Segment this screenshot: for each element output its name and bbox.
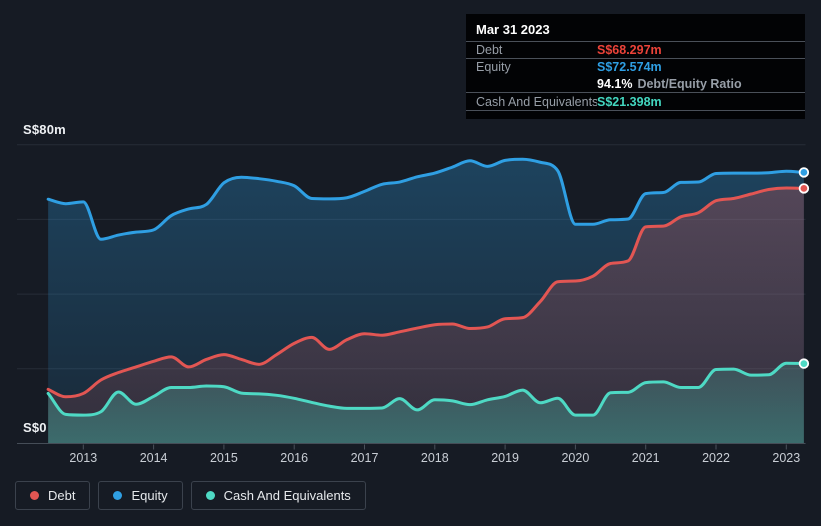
legend-item-label: Equity xyxy=(131,488,168,503)
cash-and-equivalents-end-dot xyxy=(798,358,810,369)
debt-end-dot xyxy=(798,183,810,194)
chart-tooltip: Mar 31 2023 Debt S$68.297m Equity S$72.5… xyxy=(466,14,805,119)
tooltip-cash-label: Cash And Equivalents xyxy=(476,94,597,109)
x-axis-year-label: 2015 xyxy=(209,451,238,465)
debt-legend-dot-icon xyxy=(30,491,39,500)
y-axis-top-label: S$80m xyxy=(23,122,66,137)
x-axis-year-label: 2014 xyxy=(139,451,168,465)
x-axis-year-label: 2020 xyxy=(561,451,590,465)
y-axis-bottom-label: S$0 xyxy=(23,420,47,435)
x-axis-year-label: 2019 xyxy=(491,451,519,465)
x-axis-year-label: 2018 xyxy=(420,451,449,465)
tooltip-debt-value: S$68.297m xyxy=(597,43,662,57)
cash-and-equivalents-legend-dot-icon xyxy=(205,491,215,500)
legend-item-equity[interactable]: Equity xyxy=(98,481,183,510)
legend-item-label: Cash And Equivalents xyxy=(223,488,351,503)
x-axis-year-label: 2017 xyxy=(350,451,379,465)
equity-end-dot xyxy=(798,167,810,178)
legend-item-cash-and-equivalents[interactable]: Cash And Equivalents xyxy=(190,481,366,510)
tooltip-debt-row: Debt S$68.297m xyxy=(466,41,805,58)
equity-legend-dot-icon xyxy=(113,491,123,500)
tooltip-ratio-row: 94.1% Debt/Equity Ratio xyxy=(466,75,805,92)
tooltip-ratio-label: Debt/Equity Ratio xyxy=(637,76,742,91)
x-axis-ticks xyxy=(82,444,787,450)
x-axis-year-label: 2022 xyxy=(702,451,730,465)
legend-item-debt[interactable]: Debt xyxy=(15,481,91,510)
tooltip-debt-label: Debt xyxy=(476,43,503,57)
x-axis-year-label: 2023 xyxy=(772,451,801,465)
x-axis-year-label: 2013 xyxy=(69,451,98,465)
x-axis-year-label: 2016 xyxy=(280,451,309,465)
area-fills xyxy=(48,159,804,444)
legend-item-label: Debt xyxy=(48,488,76,503)
tooltip-ratio-percent: 94.1% xyxy=(597,76,633,91)
x-axis-year-label: 2021 xyxy=(631,451,660,465)
tooltip-date: Mar 31 2023 xyxy=(476,22,550,37)
tooltip-equity-row: Equity S$72.574m xyxy=(466,58,805,75)
tooltip-cash-row: Cash And Equivalents S$21.398m xyxy=(466,92,805,111)
tooltip-equity-label: Equity xyxy=(476,60,511,74)
chart-legend: Debt Equity Cash And Equivalents xyxy=(15,481,366,510)
tooltip-cash-value: S$21.398m xyxy=(597,94,662,109)
tooltip-equity-value: S$72.574m xyxy=(597,60,662,74)
debt-equity-history-chart-panel: S$80m S$0 2013 2014 2015 2016 2017 2018 2019 20… xyxy=(0,0,821,526)
